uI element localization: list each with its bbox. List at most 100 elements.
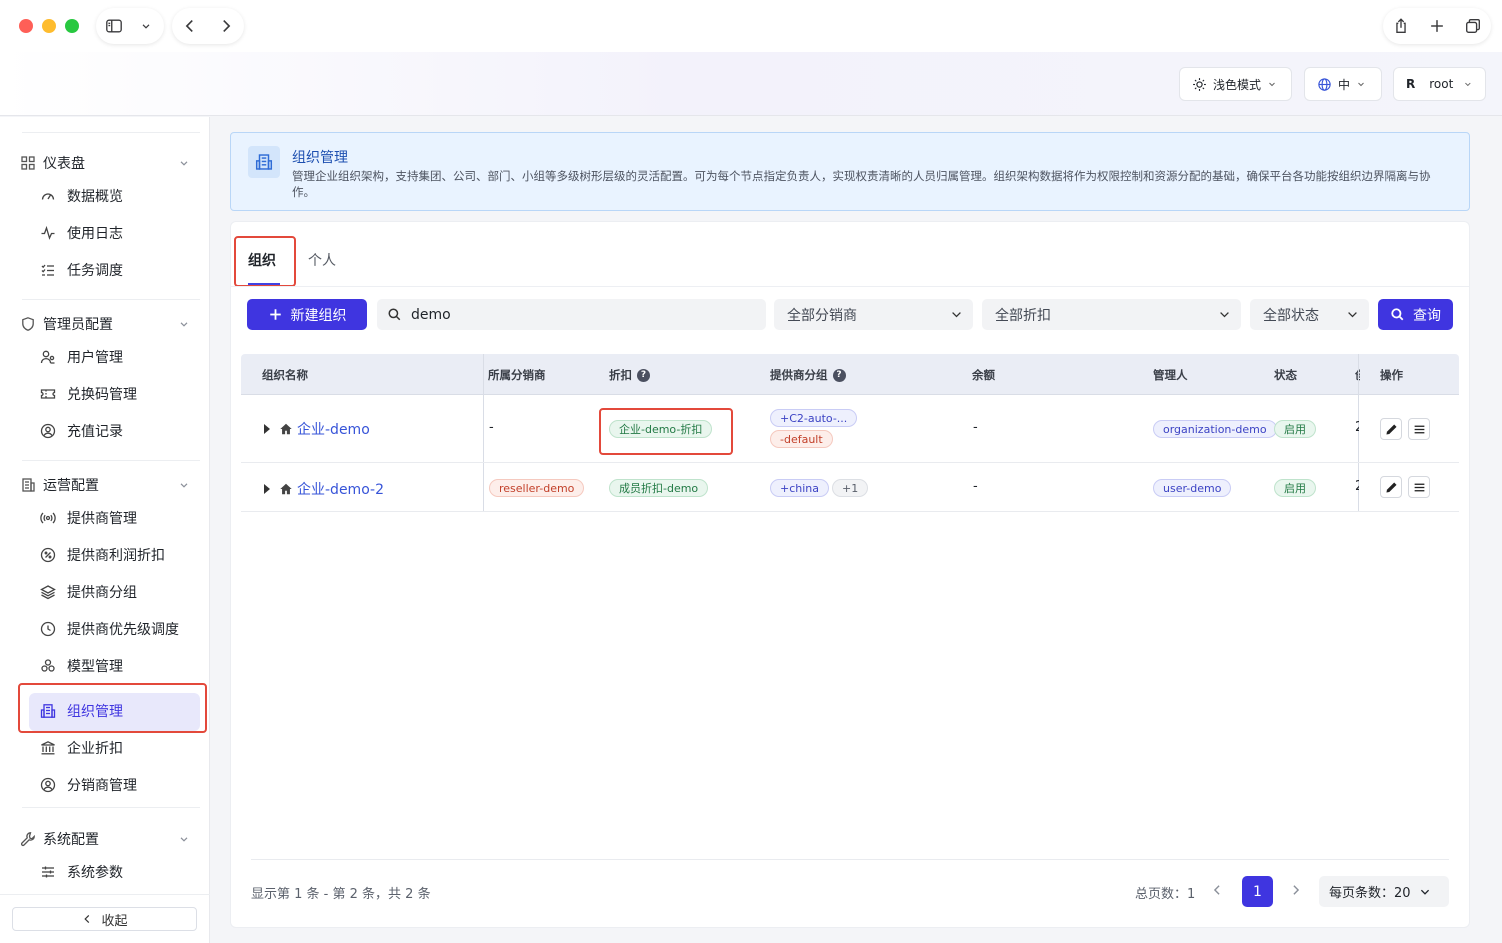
new-tab-button[interactable] xyxy=(1419,8,1455,44)
chevron-down-icon xyxy=(180,837,188,842)
sidebar-item-label: 用户管理 xyxy=(67,350,123,366)
sidebar-item-provider-group[interactable]: 提供商分组 xyxy=(40,577,200,607)
tab-personal[interactable]: 个人 xyxy=(308,250,336,270)
more-menu-button[interactable] xyxy=(1408,476,1430,498)
more-groups-tag[interactable]: +1 xyxy=(832,479,869,497)
sidebar-toggle-button[interactable] xyxy=(96,8,132,44)
column-header-actions: 操作 xyxy=(1380,368,1403,382)
tab-overview-button[interactable] xyxy=(1455,8,1491,44)
sidebar-item-label: 兑换码管理 xyxy=(67,387,137,403)
user-circle-icon xyxy=(40,777,56,793)
collapse-sidebar-button[interactable]: 收起 xyxy=(12,907,197,931)
reseller-cell: reseller-demo xyxy=(489,479,585,497)
column-header-label: 提供商分组 xyxy=(770,368,828,382)
sidebar-item-redeem-code[interactable]: 兑换码管理 xyxy=(40,379,200,409)
chevron-down-icon xyxy=(142,24,150,29)
page-1-button[interactable]: 1 xyxy=(1242,876,1273,907)
chevron-down-icon xyxy=(1420,889,1429,895)
new-organization-button[interactable]: 新建组织 xyxy=(247,299,367,330)
back-button[interactable] xyxy=(172,8,208,44)
status-select[interactable]: 全部状态 xyxy=(1250,299,1369,330)
pagination-info: 显示第 1 条 - 第 2 条，共 2 条 xyxy=(251,887,431,902)
globe-icon xyxy=(1318,77,1331,91)
edit-button[interactable] xyxy=(1380,418,1402,440)
tabs-icon xyxy=(1466,19,1480,33)
sidebar-item-recharge-record[interactable]: 充值记录 xyxy=(40,416,200,446)
sidebar-menu-button[interactable] xyxy=(132,8,160,44)
sidebar-item-provider-profit-discount[interactable]: 提供商利润折扣 xyxy=(40,540,200,570)
sidebar-item-enterprise-discount[interactable]: 企业折扣 xyxy=(40,733,200,763)
sidebar-item-label: 充值记录 xyxy=(67,424,123,440)
main-card: 组织 个人 新建组织 全部分销商 全部折扣 全部状态 查询 组织名称 所属分销商… xyxy=(230,221,1470,928)
sidebar-item-provider-priority[interactable]: 提供商优先级调度 xyxy=(40,614,200,644)
avatar: R xyxy=(1406,77,1416,91)
page-size-select[interactable]: 每页条数：20 xyxy=(1319,876,1449,907)
status-cell: 启用 xyxy=(1274,420,1316,438)
next-page-button[interactable] xyxy=(1284,878,1308,902)
divider xyxy=(22,807,200,808)
provider-group-cell: +C2-auto-... -default xyxy=(770,409,858,448)
forward-button[interactable] xyxy=(208,8,244,44)
sidebar-item-user-management[interactable]: 用户管理 xyxy=(40,342,200,372)
chevron-down-icon xyxy=(180,483,188,488)
query-button[interactable]: 查询 xyxy=(1378,299,1453,330)
edit-button[interactable] xyxy=(1380,476,1402,498)
sidebar-group-system[interactable]: 系统配置 xyxy=(20,828,192,850)
total-pages: 总页数：1 xyxy=(1135,887,1196,902)
prev-page-button[interactable] xyxy=(1205,878,1229,902)
column-header-discount: 折扣 ? xyxy=(609,367,650,383)
percent-badge-icon xyxy=(40,547,56,563)
org-name-link[interactable]: 企业-demo xyxy=(297,419,370,439)
sidebar-item-system-params[interactable]: 系统参数 xyxy=(40,857,200,887)
reseller-select[interactable]: 全部分销商 xyxy=(774,299,973,330)
discount-select[interactable]: 全部折扣 xyxy=(982,299,1241,330)
actions-cell xyxy=(1380,418,1430,440)
column-header-balance: 余额 xyxy=(972,368,995,382)
maximize-window-button[interactable] xyxy=(65,19,79,33)
table-row: 企业-demo-2 reseller-demo 成员折扣-demo +china… xyxy=(241,463,1459,512)
sidebar-group-operations[interactable]: 运营配置 xyxy=(20,474,192,496)
provider-group-tag: -default xyxy=(770,430,833,448)
close-window-button[interactable] xyxy=(19,19,33,33)
sidebar-item-provider-management[interactable]: 提供商管理 xyxy=(40,503,200,533)
user-circle-icon xyxy=(40,423,56,439)
search-input[interactable] xyxy=(411,306,741,323)
sidebar-item-model-management[interactable]: 模型管理 xyxy=(40,651,200,681)
help-icon[interactable]: ? xyxy=(832,368,846,382)
user-menu[interactable]: R root xyxy=(1393,67,1486,101)
sidebar-group-admin[interactable]: 管理员配置 xyxy=(20,313,192,335)
minimize-window-button[interactable] xyxy=(42,19,56,33)
provider-group-cell: +china +1 xyxy=(770,479,869,497)
sidebar-group-dashboard[interactable]: 仪表盘 xyxy=(20,152,192,174)
more-menu-button[interactable] xyxy=(1408,418,1430,440)
sidebar-item-usage-log[interactable]: 使用日志 xyxy=(40,218,200,248)
sidebar-item-organization-management[interactable]: 组织管理 xyxy=(40,696,200,726)
grid-icon xyxy=(21,156,35,170)
broadcast-icon xyxy=(40,512,56,524)
pencil-icon xyxy=(1385,423,1397,435)
search-icon xyxy=(388,308,401,321)
column-header-status: 状态 xyxy=(1274,368,1297,382)
sidebar-item-reseller-management[interactable]: 分销商管理 xyxy=(40,770,200,800)
share-icon xyxy=(1396,18,1406,33)
sidebar-item-label: 分销商管理 xyxy=(67,778,137,794)
chevron-left-icon xyxy=(1213,885,1220,895)
sidebar-item-label: 模型管理 xyxy=(67,659,123,675)
search-field[interactable] xyxy=(377,299,766,330)
bank-icon xyxy=(41,741,55,755)
window-actions-group xyxy=(1383,8,1491,44)
expand-caret-icon[interactable] xyxy=(264,484,270,494)
help-icon[interactable]: ? xyxy=(637,368,650,382)
highlight-outline xyxy=(234,236,296,287)
org-name-link[interactable]: 企业-demo-2 xyxy=(297,479,384,499)
theme-switcher[interactable]: 浅色模式 xyxy=(1179,67,1292,101)
language-switcher[interactable]: 中 xyxy=(1304,67,1382,101)
plus-icon xyxy=(1431,20,1443,32)
sidebar-item-data-overview[interactable]: 数据概览 xyxy=(40,181,200,211)
expand-caret-icon[interactable] xyxy=(264,424,270,434)
share-button[interactable] xyxy=(1383,8,1419,44)
sidebar-item-task-schedule[interactable]: 任务调度 xyxy=(40,255,200,285)
sidebar-group-label: 仪表盘 xyxy=(43,156,85,172)
sidebar-item-label: 使用日志 xyxy=(67,226,123,242)
sun-icon xyxy=(1193,77,1206,91)
